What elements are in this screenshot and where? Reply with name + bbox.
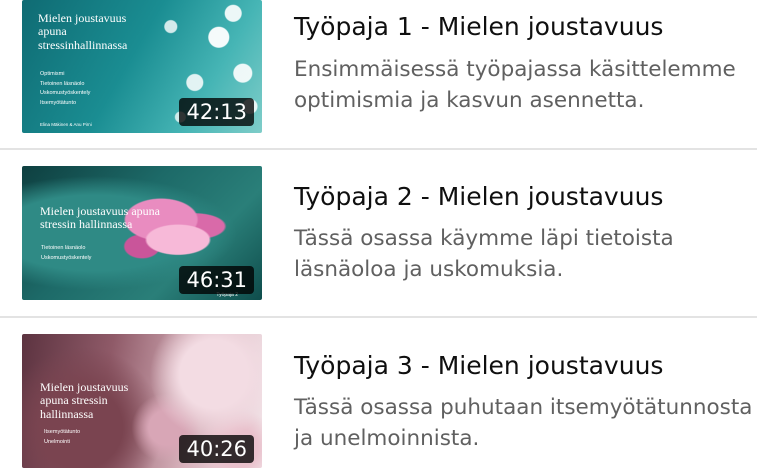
duration-badge: 46:31 [179,266,254,294]
thumbnail-topic: Tietoinen läsnäolo [41,245,86,251]
video-title[interactable]: Työpaja 2 - Mielen joustavuus [294,182,663,211]
thumbnail-topic: Itsemyötätunto [44,429,81,435]
thumbnail-topic: Optimismi [40,71,65,77]
video-item[interactable]: Mielen joustavuus apuna stressin hallinn… [0,166,757,316]
video-thumbnail[interactable]: Mielen joustavuus apuna stressinhallinna… [22,0,262,133]
thumbnail-topics: Optimismi Tietoinen läsnäolo Uskomustyös… [40,70,90,109]
thumbnail-topic: Unelmointi [44,438,70,445]
thumbnail-title: Mielen joustavuus apuna stressinhallinna… [38,11,128,52]
duration-badge: 40:26 [179,435,254,463]
thumbnail-credit: Elina Mäkinen & Anu Pirni [40,122,92,127]
thumbnail-title: Mielen joustavuus apuna stressin hallinn… [40,204,160,232]
video-thumbnail[interactable]: Mielen joustavuus apuna stressin hallinn… [22,166,262,300]
thumbnail-topic: Uskomustyöskentely [40,90,91,97]
video-description: Tässä osassa käymme läpi tietoista läsnä… [294,226,674,282]
thumbnail-topics: Itsemyötätunto Unelmointi [44,428,80,447]
thumbnail-topic: Itsemyötätunto [40,99,77,106]
thumbnail-topics: Tietoinen läsnäolo Uskomustyöskentely [41,244,91,263]
video-list: Mielen joustavuus apuna stressinhallinna… [0,0,757,476]
thumbnail-title: Mielen joustavuus apuna stressin hallinn… [40,380,129,421]
video-description: Ensimmäisessä työpajassa käsittelemme op… [294,57,736,113]
divider [0,316,757,318]
video-description: Tässä osassa puhutaan itsemyötätunnosta … [294,395,753,451]
video-title[interactable]: Työpaja 3 - Mielen joustavuus [294,351,663,380]
duration-badge: 42:13 [179,98,254,126]
video-thumbnail[interactable]: Mielen joustavuus apuna stressin hallinn… [22,334,262,468]
divider [0,148,757,150]
video-item[interactable]: Mielen joustavuus apuna stressin hallinn… [0,333,757,476]
video-item[interactable]: Mielen joustavuus apuna stressinhallinna… [0,0,757,150]
thumbnail-topic: Tietoinen läsnäolo [40,80,85,87]
video-title[interactable]: Työpaja 1 - Mielen joustavuus [294,12,663,41]
thumbnail-topic: Uskomustyöskentely [41,254,92,261]
